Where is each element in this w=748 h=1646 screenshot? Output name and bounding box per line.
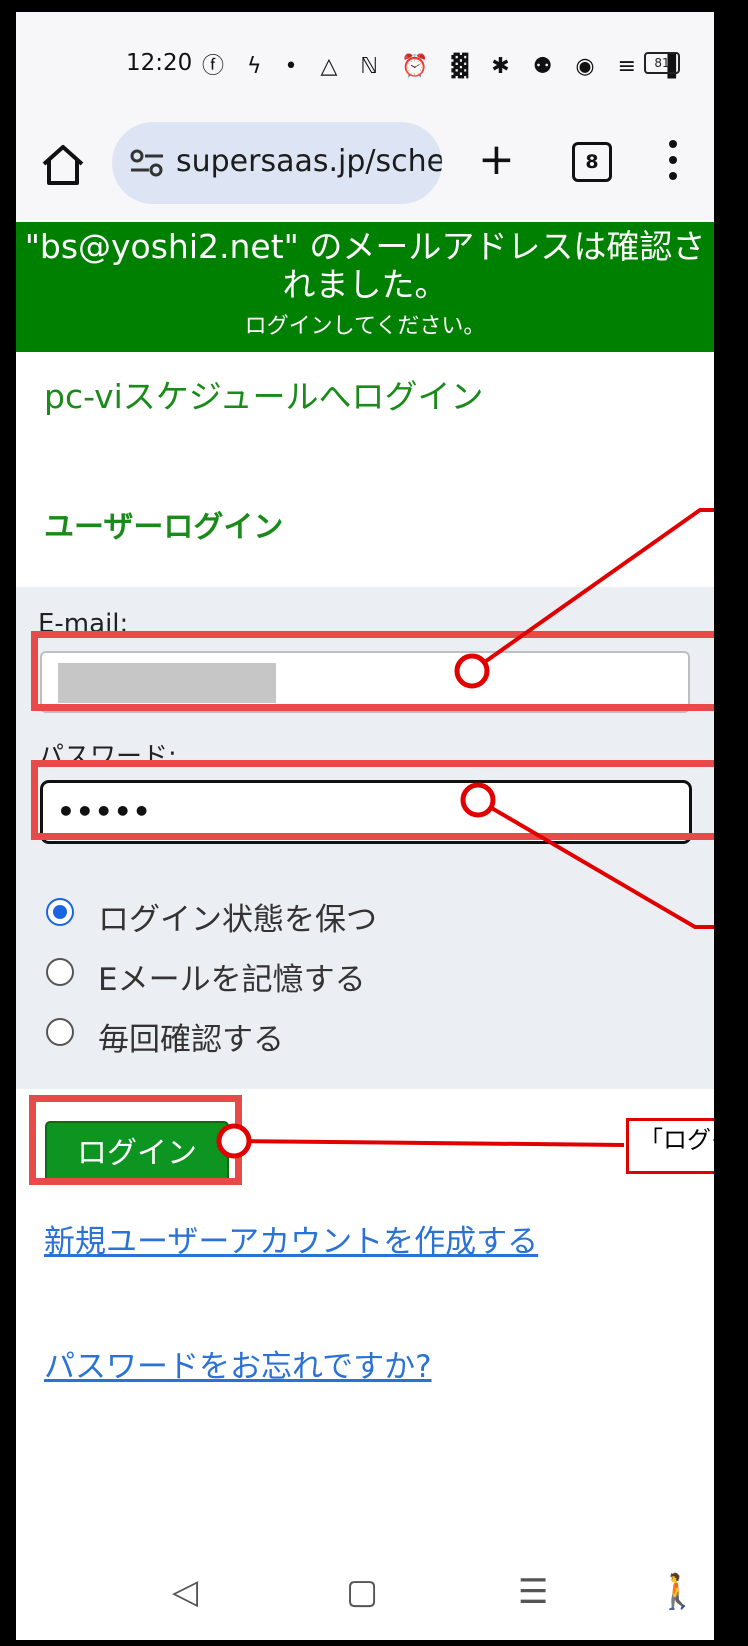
address-bar[interactable]: supersaas.jp/sche — [112, 122, 442, 204]
create-account-link[interactable]: 新規ユーザーアカウントを作成する — [44, 1216, 538, 1261]
home-icon[interactable] — [40, 142, 86, 188]
status-icons: ⓕ ϟ • △ ℕ ⏰ ▓ ✱ ⚉ ◉ ≡ ▐ — [202, 54, 684, 79]
password-label: パスワード: — [38, 742, 177, 772]
tab-switcher-button[interactable]: 8 — [572, 142, 612, 182]
password-callout: パ — [726, 901, 748, 957]
status-bar: 12:20 ⓕ ϟ • △ ℕ ⏰ ▓ ✱ ⚉ ◉ ≡ ▐ 81 — [16, 12, 714, 112]
phone-screen: 12:20 ⓕ ϟ • △ ℕ ⏰ ▓ ✱ ⚉ ◉ ≡ ▐ 81 supersa… — [16, 12, 714, 1640]
email-label: E-mail: — [38, 609, 129, 639]
option-label: ログイン状態を保つ — [98, 902, 377, 938]
system-nav-bar: ◁ ▢ ☰ 🚶 — [16, 1572, 714, 1640]
back-icon[interactable]: ◁ — [172, 1572, 198, 1612]
radio-unchecked-icon[interactable] — [46, 1018, 74, 1046]
option-label: 毎回確認する — [98, 1022, 284, 1058]
password-value: ••••• — [57, 795, 152, 828]
overflow-menu-icon[interactable] — [668, 140, 678, 186]
browser-toolbar: supersaas.jp/sche + 8 — [16, 112, 714, 220]
radio-checked-icon[interactable] — [46, 898, 74, 926]
recents-icon[interactable]: ☰ — [518, 1572, 548, 1612]
confirmation-banner: "bs@yoshi2.net" のメールアドレスは確認されました。 ログインして… — [16, 222, 714, 352]
status-time: 12:20 — [126, 50, 193, 76]
radio-unchecked-icon[interactable] — [46, 958, 74, 986]
email-callout: イ — [730, 484, 748, 540]
site-settings-icon[interactable] — [130, 149, 164, 177]
login-button[interactable]: ログイン — [45, 1121, 229, 1185]
page-title: pc-viスケジュールへログイン — [44, 377, 484, 416]
forgot-password-link[interactable]: パスワードをお忘れですか? — [44, 1341, 432, 1386]
email-input[interactable] — [40, 651, 690, 713]
password-input[interactable]: ••••• — [40, 780, 692, 844]
url-text[interactable]: supersaas.jp/sche — [176, 144, 442, 179]
option-label: Eメールを記憶する — [98, 962, 366, 998]
battery-icon: 81 — [644, 52, 680, 74]
email-redaction — [58, 663, 276, 703]
new-tab-icon[interactable]: + — [478, 138, 515, 182]
banner-subtext: ログインしてください。 — [244, 314, 486, 339]
accessibility-icon[interactable]: 🚶 — [656, 1572, 698, 1612]
banner-message: "bs@yoshi2.net" のメールアドレスは確認されました。 — [24, 227, 706, 304]
section-title: ユーザーログイン — [44, 510, 284, 545]
home-nav-icon[interactable]: ▢ — [346, 1572, 378, 1612]
